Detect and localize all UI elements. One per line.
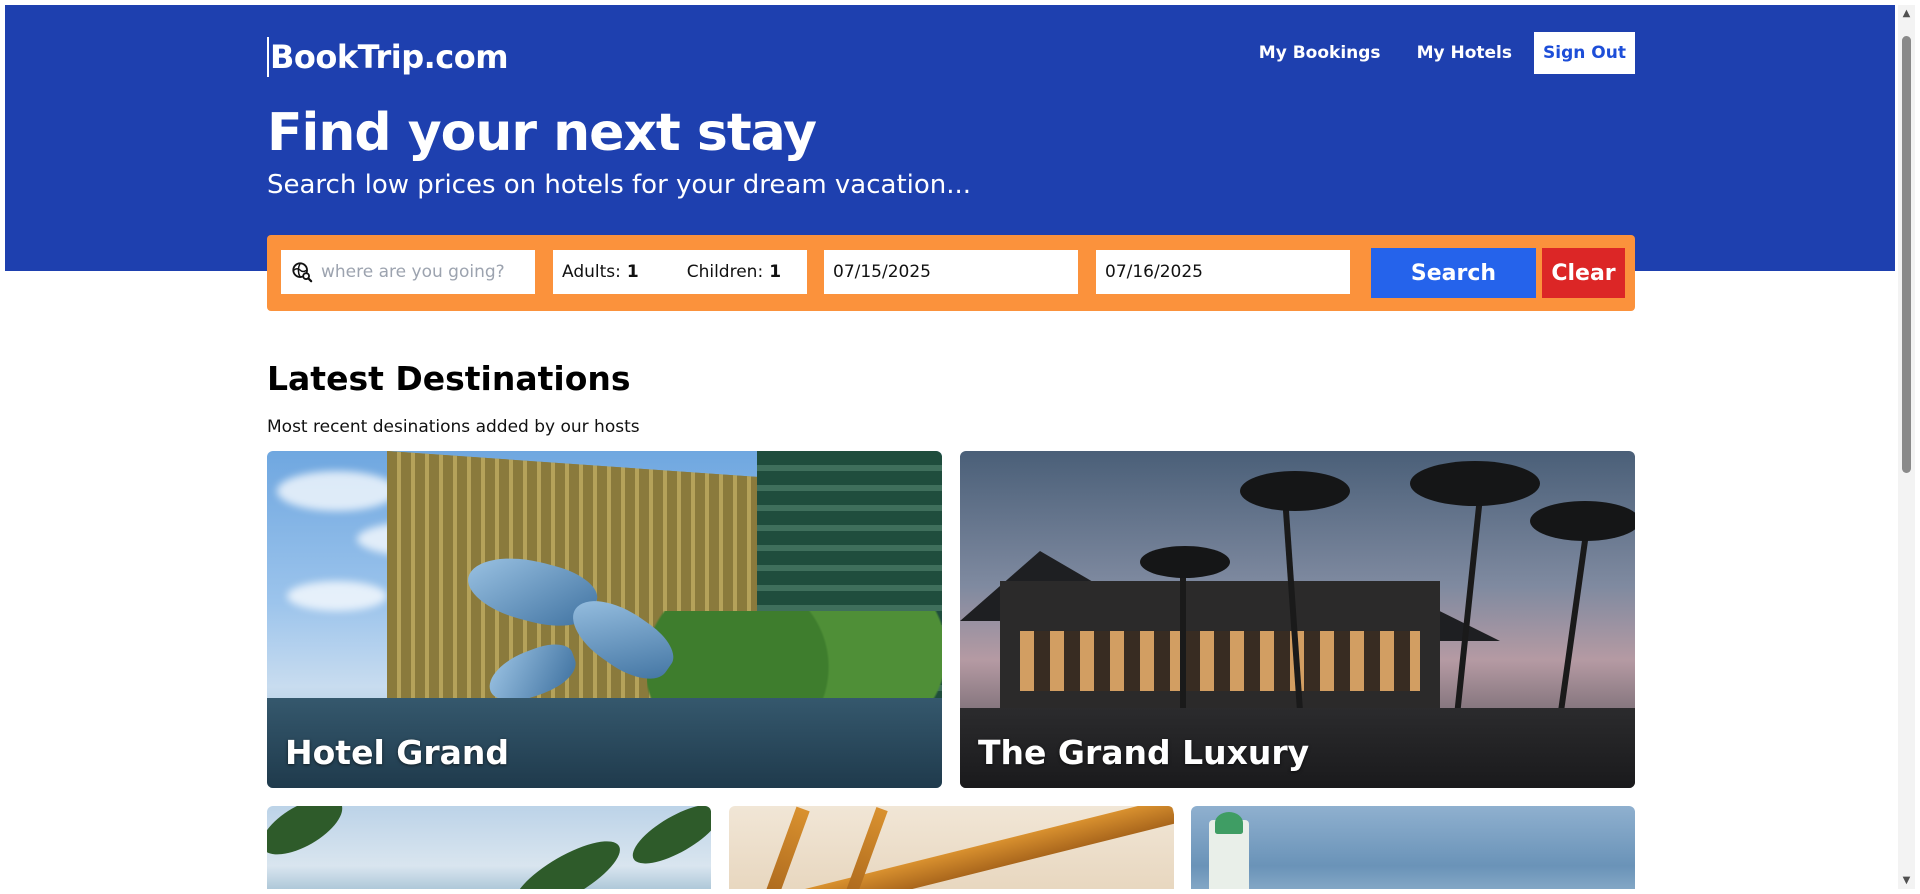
clear-button[interactable]: Clear xyxy=(1542,248,1625,298)
palm-leaves xyxy=(1530,501,1635,541)
adults-label: Adults: xyxy=(562,262,621,282)
card-image xyxy=(1191,806,1635,889)
scrollbar-thumb[interactable] xyxy=(1902,36,1911,473)
card-title: The Grand Luxury xyxy=(978,733,1310,772)
card-title: Hotel Grand xyxy=(285,733,509,772)
sign-out-button[interactable]: Sign Out xyxy=(1534,32,1635,74)
cloud-shape xyxy=(277,471,397,511)
site-logo[interactable]: BookTrip.com xyxy=(267,37,509,77)
top-nav: My Bookings My Hotels Sign Out xyxy=(1241,32,1635,74)
nav-my-bookings[interactable]: My Bookings xyxy=(1241,32,1399,74)
children-label: Children: xyxy=(686,262,764,282)
hero-subtitle: Search low prices on hotels for your dre… xyxy=(267,170,972,200)
check-in-date-input[interactable]: 07/15/2025 xyxy=(824,250,1078,294)
globe-search-icon xyxy=(292,262,313,283)
latest-destinations-subtitle: Most recent desinations added by our hos… xyxy=(267,417,640,437)
palm-leaves xyxy=(1140,546,1230,578)
palm-leaves xyxy=(1410,461,1540,506)
destination-card-3[interactable] xyxy=(267,806,711,889)
destination-field[interactable] xyxy=(281,250,535,294)
page-frame: BookTrip.com My Bookings My Hotels Sign … xyxy=(5,5,1895,889)
hero-title: Find your next stay xyxy=(267,103,817,163)
children-value: 1 xyxy=(769,262,782,282)
destination-card-5[interactable] xyxy=(1191,806,1635,889)
vertical-scrollbar[interactable]: ▲ ▼ xyxy=(1898,5,1915,889)
nav-my-hotels[interactable]: My Hotels xyxy=(1399,32,1530,74)
destination-card-hotel-grand[interactable]: Hotel Grand xyxy=(267,451,942,788)
children-input[interactable]: Children: 1 xyxy=(687,262,781,282)
landmark-dome xyxy=(1215,812,1243,834)
destination-input[interactable] xyxy=(321,262,521,282)
window-lights xyxy=(1020,631,1420,691)
adults-value: 1 xyxy=(626,262,639,282)
search-bar: Adults: 1 Children: 1 07/15/2025 07/16/2… xyxy=(267,235,1635,311)
chevron-down-icon[interactable]: ▼ xyxy=(1898,872,1915,889)
chevron-up-icon[interactable]: ▲ xyxy=(1898,5,1915,22)
check-out-date-input[interactable]: 07/16/2025 xyxy=(1096,250,1350,294)
palm-trunk xyxy=(1180,561,1186,731)
latest-destinations-title: Latest Destinations xyxy=(267,359,631,398)
destination-card-the-grand-luxury[interactable]: The Grand Luxury xyxy=(960,451,1635,788)
palm-leaves xyxy=(1240,471,1350,511)
destination-card-4[interactable] xyxy=(729,806,1174,889)
guests-field: Adults: 1 Children: 1 xyxy=(553,250,807,294)
cloud-shape xyxy=(287,581,387,611)
adults-input[interactable]: Adults: 1 xyxy=(562,262,639,282)
search-button[interactable]: Search xyxy=(1371,248,1536,298)
